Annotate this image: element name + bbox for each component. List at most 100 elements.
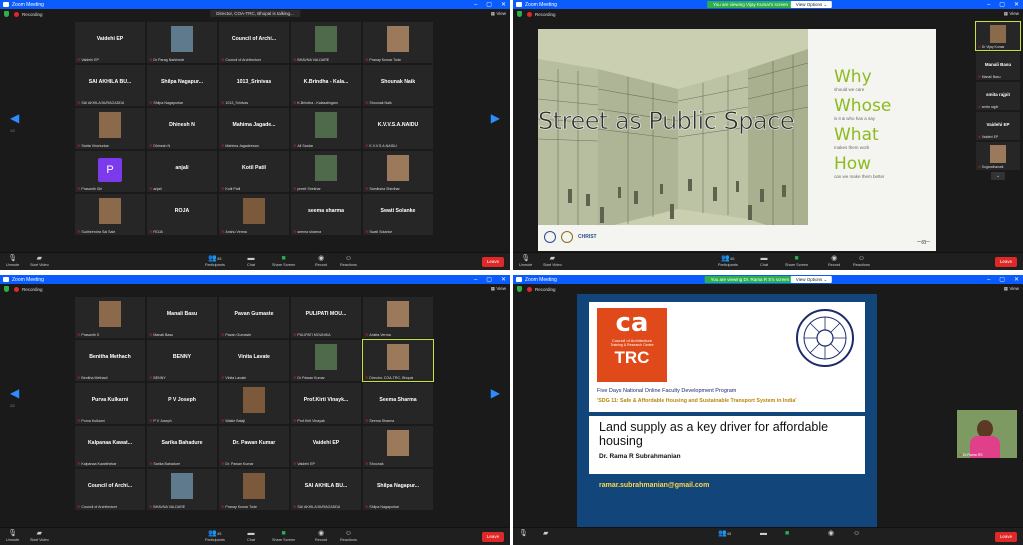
maximize-icon[interactable]: ▢	[486, 276, 492, 283]
share-screen-button[interactable]: ■ Share Screen	[272, 255, 295, 267]
close-icon[interactable]: ✕	[1014, 276, 1019, 283]
participant-tile[interactable]: Sarika Bahadure ✕ Sarika Bahadure	[147, 426, 217, 467]
participant-tile[interactable]: ✕ BHAVNA VALDARE	[291, 22, 361, 63]
participant-tile[interactable]: Shilpa Nagapur... ✕ Shilpa Nagapurkar	[363, 469, 433, 510]
participant-tile[interactable]: K.V.V.S.A.NAIDU ✕ K.V.V.S.A.NAIDU	[363, 108, 433, 149]
minimize-icon[interactable]: –	[987, 277, 990, 283]
unmute-button[interactable]: 🎙 Unmute	[6, 530, 19, 542]
participant-tile[interactable]: ✕ Dr Vijay Kumar	[975, 21, 1021, 51]
close-icon[interactable]: ✕	[501, 1, 506, 8]
participant-tile[interactable]: ✕ BHAVNA VALDARE	[147, 469, 217, 510]
start-video-button[interactable]: ▰ Start Video	[543, 255, 562, 267]
chat-button[interactable]: ▬ Chat	[247, 255, 255, 267]
share-screen-button[interactable]: ■	[785, 530, 789, 538]
next-page-arrow-icon[interactable]: ▶	[491, 111, 500, 125]
participant-tile[interactable]: Pavan Gumaste ✕ Pavan Gumaste	[219, 297, 289, 338]
share-screen-button[interactable]: ■ Share Screen	[785, 255, 808, 267]
participant-tile[interactable]: Vinita Lavate ✕ Vinita Lavate	[219, 340, 289, 381]
security-shield-icon[interactable]	[517, 286, 522, 292]
participant-tile[interactable]: ✕ Director, COA-TRC, Bhopal	[362, 339, 434, 382]
participant-tile[interactable]: Shounak Naik ✕ Shounak Naik	[363, 65, 433, 106]
reactions-button[interactable]: ☺ Reactions	[340, 530, 357, 542]
participant-tile[interactable]: ✕ Anshu Verma	[219, 194, 289, 235]
participant-tile[interactable]: Vaidehi EP ✕ Vaidehi EP	[291, 426, 361, 467]
leave-button[interactable]: Leave	[482, 532, 504, 542]
next-page-arrow-icon[interactable]: ▶	[491, 386, 500, 400]
previous-page-arrow-icon[interactable]: ◀	[10, 386, 19, 400]
security-shield-icon[interactable]	[4, 11, 9, 17]
participant-tile[interactable]: anjali ✕ anjali	[147, 151, 217, 192]
view-options-button[interactable]: View Options ⌄	[790, 1, 833, 8]
participant-tile[interactable]: Council of Archi... ✕ Council of Architect…	[219, 22, 289, 63]
author-email-link[interactable]: ramar.subrahmanian@gmail.com	[599, 482, 709, 489]
participant-tile[interactable]: ROJA ✕ ROJA	[147, 194, 217, 235]
participant-tile[interactable]: Manali Basu ✕ Manali Basu	[147, 297, 217, 338]
participant-tile[interactable]: Manali Basu ✕ Manali Basu	[976, 52, 1020, 80]
chat-button[interactable]: ▬ Chat	[760, 255, 768, 267]
minimize-icon[interactable]: –	[987, 2, 990, 8]
participant-tile[interactable]: ✕ preeti Shekhar	[291, 151, 361, 192]
unmute-button[interactable]: 🎙 Unmute	[6, 255, 19, 267]
participant-tile[interactable]: ✕ Dr Parag Narkhede	[147, 22, 217, 63]
participant-tile[interactable]: Dhinesh N ✕ Dhinesh N	[147, 108, 217, 149]
record-button[interactable]: ◉ Record	[315, 530, 327, 542]
participant-tile[interactable]: Kotil Patil ✕ Kotil Patil	[219, 151, 289, 192]
view-button[interactable]: ▦ View	[491, 286, 506, 292]
participant-tile[interactable]: ✕ Sugandhanaik	[976, 142, 1020, 170]
start-video-button[interactable]: ▰ Start Video	[30, 255, 49, 267]
participants-button[interactable]: 👥45 Participants	[205, 255, 225, 267]
record-button[interactable]: ◉ Record	[315, 255, 327, 267]
participants-button[interactable]: 👥45	[718, 530, 731, 538]
participants-button[interactable]: 👥45 Participants	[205, 530, 225, 542]
start-video-button[interactable]: ▰ Start Video	[30, 530, 49, 542]
view-options-button[interactable]: View Options ⌄	[790, 276, 833, 283]
view-button[interactable]: ▦ View	[491, 11, 506, 17]
participant-tile[interactable]: Kalpanaa Kawat... ✕ Kalpanaa Kawathekar	[75, 426, 145, 467]
participant-tile[interactable]: smita rajpit ✕ smita rajpit	[976, 82, 1020, 110]
participant-tile[interactable]: ✕ Pranay Kumar Tode	[363, 22, 433, 63]
participant-tile[interactable]: ✕ Wakle Balaji	[219, 383, 289, 424]
participant-tile[interactable]: Swati Solanke ✕ Swati Solanke	[363, 194, 433, 235]
participant-tile[interactable]: Vaidehi EP ✕ Vaidehi EP	[976, 112, 1020, 140]
reactions-button[interactable]: ☺ Reactions	[853, 255, 870, 267]
leave-button[interactable]: Leave	[482, 257, 504, 267]
participant-tile[interactable]: BENNY ✕ BENNY	[147, 340, 217, 381]
close-icon[interactable]: ✕	[501, 276, 506, 283]
maximize-icon[interactable]: ▢	[999, 276, 1005, 283]
reactions-button[interactable]: ☺ Reactions	[340, 255, 357, 267]
previous-page-arrow-icon[interactable]: ◀	[10, 111, 19, 125]
leave-button[interactable]: Leave	[995, 532, 1017, 542]
participant-tile[interactable]: ✕ Pranay Kumar Tode	[219, 469, 289, 510]
unmute-button[interactable]: 🎙	[519, 530, 528, 538]
record-button[interactable]: ◉ Record	[828, 255, 840, 267]
minimize-icon[interactable]: –	[474, 2, 477, 8]
close-icon[interactable]: ✕	[1014, 1, 1019, 8]
participant-tile[interactable]: ✕ Samiksha Shirdhar	[363, 151, 433, 192]
participant-tile[interactable]: ✕ Sarita Vinchurkar	[75, 108, 145, 149]
share-screen-button[interactable]: ■ Share Screen	[272, 530, 295, 542]
participant-tile[interactable]: P V Joseph ✕ P V Joseph	[147, 383, 217, 424]
participant-tile[interactable]: Mahima Jagade... ✕ Mahima Jagadeesan	[219, 108, 289, 149]
participant-tile[interactable]: Dr. Pawan Kumar ✕ Dr. Pawan Kumar	[219, 426, 289, 467]
participant-tile[interactable]: ✕ Dr Pawan Kumar	[291, 340, 361, 381]
participant-tile[interactable]: Vaidehi EP ✕ Vaidehi EP	[75, 22, 145, 63]
minimize-icon[interactable]: –	[474, 277, 477, 283]
chat-button[interactable]: ▬	[760, 530, 767, 538]
participant-tile[interactable]: ✕ Shounak	[363, 426, 433, 467]
participant-tile[interactable]: SAI AKHILA BU... ✕ SAI AKHILA BURAGADDA	[75, 65, 145, 106]
participant-tile[interactable]: ✕ Ali Sardar	[291, 108, 361, 149]
leave-button[interactable]: Leave	[995, 257, 1017, 267]
maximize-icon[interactable]: ▢	[486, 1, 492, 8]
record-button[interactable]: ◉	[828, 530, 834, 538]
participant-tile[interactable]: ✕ Sudheendra Sai Sale	[75, 194, 145, 235]
security-shield-icon[interactable]	[4, 286, 9, 292]
chat-button[interactable]: ▬ Chat	[247, 530, 255, 542]
participant-tile[interactable]: PULIPATI MOU... ✕ PULIPATI MOUNIKA	[291, 297, 361, 338]
participant-tile[interactable]: Council of Archi... ✕ Council of Architect…	[75, 469, 145, 510]
participant-tile[interactable]: ✕ Prasanth S	[75, 297, 145, 338]
start-video-button[interactable]: ▰	[543, 530, 548, 538]
participants-button[interactable]: 👥45 Participants	[718, 255, 738, 267]
participant-tile[interactable]: seema sharma ✕ seema sharma	[291, 194, 361, 235]
participant-tile[interactable]: K.Brindha - Kala... ✕ K.Brindha - Kalasali…	[291, 65, 361, 106]
participant-tile[interactable]: SAI AKHILA BU... ✕ SAI AKHILA BURAGADDA	[291, 469, 361, 510]
